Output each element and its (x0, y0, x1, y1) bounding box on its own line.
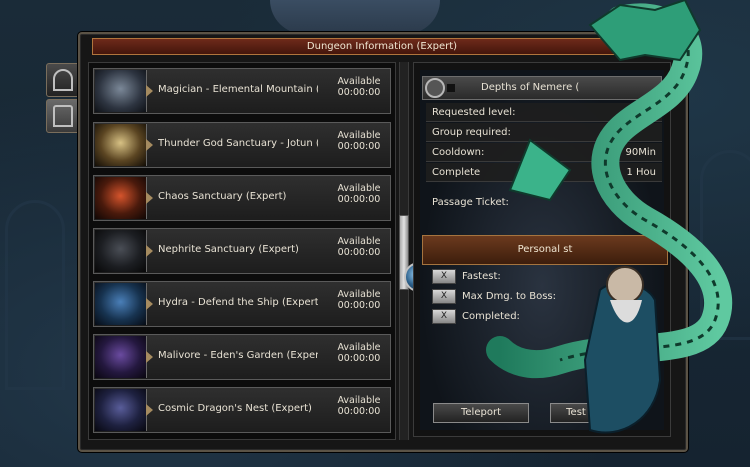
gate-icon (53, 105, 73, 127)
info-requested-level: Requested level: (426, 103, 662, 122)
dungeon-status: Available 00:00:00 (337, 289, 381, 311)
dungeon-list-item[interactable]: Cosmic Dragon's Nest (Expert) Available 0… (93, 387, 391, 433)
arrow-icon (146, 139, 153, 151)
dungeon-portrait (95, 389, 147, 431)
passage-ticket-label: Passage Ticket: (432, 197, 509, 208)
background-window (5, 200, 65, 390)
dungeon-list-item[interactable]: Hydra - Defend the Ship (Expert) Availab… (93, 281, 391, 327)
dungeon-list-item[interactable]: Magician - Elemental Mountain (Ex Availa… (93, 68, 391, 114)
dungeon-status: Available 00:00:00 (337, 130, 381, 152)
dungeon-status: Available 00:00:00 (337, 395, 381, 417)
arrow-icon (146, 351, 153, 363)
dungeon-status: Available 00:00:00 (337, 236, 381, 258)
stat-max-damage: X Max Dmg. to Boss: (432, 288, 662, 306)
indicator-box (447, 84, 455, 92)
dungeon-portrait (95, 230, 147, 272)
shield-icon: X (432, 289, 456, 304)
arrow-icon (146, 192, 153, 204)
arch-door-icon (53, 69, 73, 91)
dungeon-name: Malivore - Eden's Garden (Expert) (158, 350, 318, 361)
dungeon-list-item[interactable]: Thunder God Sanctuary - Jotun (E Availab… (93, 122, 391, 168)
info-complete: Complete 1 Hou (426, 163, 662, 182)
dungeon-portrait (95, 177, 147, 219)
info-group-required: Group required: (426, 123, 662, 142)
dungeon-list-item[interactable]: Chaos Sanctuary (Expert) Available 00:00:… (93, 175, 391, 221)
stat-completed: X Completed: (432, 308, 662, 326)
crown-icon: X (432, 309, 456, 324)
clock-icon (425, 78, 445, 98)
dungeon-name: Magician - Elemental Mountain (Ex (158, 84, 318, 95)
selected-dungeon-name: Depths of Nemere ( (422, 76, 662, 100)
stat-fastest: X Fastest: (432, 268, 662, 286)
test-button[interactable]: Test (550, 403, 602, 423)
arch-door-tab[interactable] (46, 63, 80, 97)
dungeon-name: Thunder God Sanctuary - Jotun (E (158, 138, 318, 149)
window-title: Dungeon Information (Expert) (92, 38, 672, 55)
arrow-icon (146, 85, 153, 97)
dungeon-list-item[interactable]: Nephrite Sanctuary (Expert) Available 00:… (93, 228, 391, 274)
dungeon-status: Available 00:00:00 (337, 342, 381, 364)
dungeon-list-item[interactable]: Malivore - Eden's Garden (Expert) Availa… (93, 334, 391, 380)
dungeon-name: Chaos Sanctuary (Expert) (158, 191, 287, 202)
dungeon-status: Available 00:00:00 (337, 76, 381, 98)
dungeon-name: Hydra - Defend the Ship (Expert) (158, 297, 318, 308)
dungeon-portrait (95, 336, 147, 378)
arrow-icon (146, 404, 153, 416)
dungeon-status: Available 00:00:00 (337, 183, 381, 205)
dungeon-name: Nephrite Sanctuary (Expert) (158, 244, 299, 255)
arrow-icon (146, 245, 153, 257)
gate-tab[interactable] (46, 99, 80, 133)
teleport-button[interactable]: Teleport (433, 403, 529, 423)
dungeon-portrait (95, 283, 147, 325)
hourglass-icon: X (432, 269, 456, 284)
dungeon-portrait (95, 70, 147, 112)
background-window (700, 150, 750, 340)
info-cooldown: Cooldown: 90Min (426, 143, 662, 162)
dungeon-name: Cosmic Dragon's Nest (Expert) (158, 403, 312, 414)
arrow-icon (146, 298, 153, 310)
personal-stats-button[interactable]: Personal st (422, 235, 668, 265)
dungeon-portrait (95, 124, 147, 166)
npc-character-top (270, 0, 440, 34)
